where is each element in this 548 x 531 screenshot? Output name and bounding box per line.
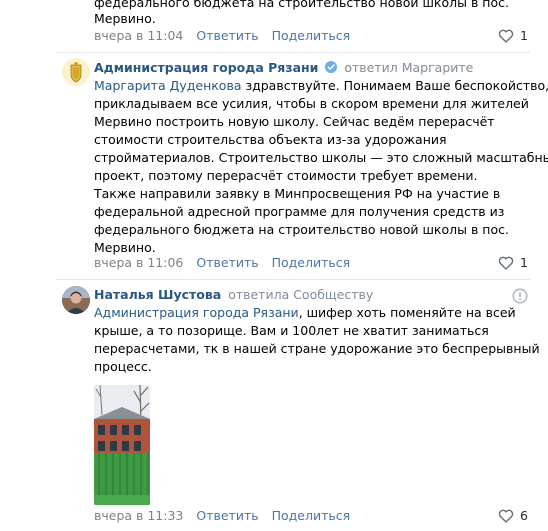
like-button[interactable]: 6	[498, 508, 528, 524]
like-count: 1	[520, 28, 528, 43]
comment-text-line: стоимости строительства объекта из-за уд…	[94, 132, 447, 147]
comment-text-fragment: , шифер хоть поменяйте на всей	[298, 305, 516, 320]
comment-divider	[56, 279, 530, 280]
comment-meta: вчера в 11:06 Ответить Поделиться	[94, 255, 350, 271]
mention-link[interactable]: Администрация города Рязани	[94, 305, 299, 320]
comment-divider	[56, 52, 530, 53]
reply-button[interactable]: Ответить	[196, 255, 258, 270]
comment-text-line: прикладываем все усилия, чтобы в скором …	[94, 96, 529, 111]
like-button[interactable]: 1	[498, 28, 528, 44]
comment-text-line: Администрация города Рязани, шифер хоть …	[94, 304, 516, 322]
comment-text-line: проект, поэтому перерасчёт стоимости тре…	[94, 168, 478, 183]
comment-text-line: перерасчетами, тк в нашей стране удорожа…	[94, 341, 540, 356]
verified-check-icon	[325, 61, 338, 73]
comment-text-line: стройматериалов. Строительство школы — э…	[94, 150, 548, 165]
comment-timestamp[interactable]: вчера в 11:33	[94, 508, 183, 523]
comment-text-line: Маргарита Дуденкова здравствуйте. Понима…	[94, 77, 548, 95]
heart-icon	[498, 29, 514, 43]
reply-to-label[interactable]: ответила Сообществу	[228, 287, 373, 302]
comment-meta: вчера в 11:33 Ответить Поделиться	[94, 508, 350, 524]
share-button[interactable]: Поделиться	[272, 508, 351, 523]
coat-of-arms-icon	[62, 58, 90, 86]
report-icon	[512, 288, 528, 304]
share-button[interactable]: Поделиться	[272, 28, 351, 43]
comment-author[interactable]: Администрация города Рязани	[94, 60, 318, 75]
comment-text-line: Также направили заявку в Минпросвещения …	[94, 186, 501, 201]
like-button[interactable]: 1	[498, 255, 528, 271]
avatar[interactable]	[62, 286, 90, 314]
user-photo-icon	[62, 286, 90, 314]
like-count: 1	[520, 255, 528, 270]
photo-image	[94, 385, 150, 505]
comment-text-line: Мервино построить новую школу. Сейчас ве…	[94, 114, 495, 129]
share-button[interactable]: Поделиться	[272, 255, 351, 270]
reply-to-label[interactable]: ответил Маргарите	[344, 60, 473, 75]
heart-icon	[498, 509, 514, 523]
comment-text-fragment: здравствуйте. Понимаем Ваше беспокойство…	[241, 78, 548, 93]
comment-text-line: федерального бюджета на строительство но…	[94, 222, 509, 237]
comment-text-line: процесс.	[94, 359, 152, 374]
comment-meta: вчера в 11:04 Ответить Поделиться	[94, 28, 350, 44]
comment-timestamp[interactable]: вчера в 11:06	[94, 255, 183, 270]
reply-button[interactable]: Ответить	[196, 508, 258, 523]
attached-photo[interactable]	[94, 385, 150, 505]
comment-header: Наталья Шустова ответила Сообществу	[94, 286, 373, 304]
avatar[interactable]	[62, 58, 90, 86]
heart-icon	[498, 256, 514, 270]
comment-text-line: федерального бюджета на строительство но…	[94, 0, 509, 10]
comment-text-line: федеральной адресной программе для получ…	[94, 204, 505, 219]
comment-text-line: крыше, а то позорище. Вам и 100лет не хв…	[94, 323, 489, 338]
reply-button[interactable]: Ответить	[196, 28, 258, 43]
comment-author[interactable]: Наталья Шустова	[94, 287, 221, 302]
comment-text-line: Мервино.	[94, 11, 156, 26]
like-count: 6	[520, 508, 528, 523]
comment-timestamp[interactable]: вчера в 11:04	[94, 28, 183, 43]
comment-header: Администрация города Рязани ответил Марг…	[94, 59, 473, 77]
mention-link[interactable]: Маргарита Дуденкова	[94, 78, 241, 93]
